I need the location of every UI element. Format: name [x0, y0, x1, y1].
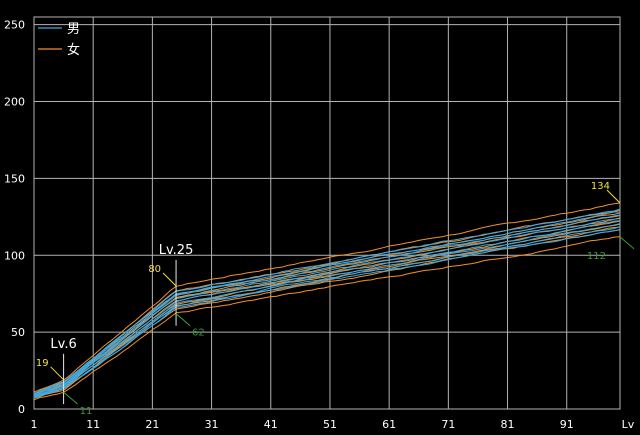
max-value-label: 80: [148, 264, 161, 275]
y-tick-label: 200: [4, 96, 25, 109]
x-axis-label: Lv: [622, 418, 635, 431]
x-tick-label: 31: [205, 418, 219, 431]
y-tick-label: 50: [11, 326, 25, 339]
y-tick-label: 100: [4, 249, 25, 262]
level-marker-label: Lv.6: [50, 337, 76, 352]
max-value-label: 134: [591, 181, 610, 192]
min-value-label: 11: [80, 406, 93, 417]
min-value-label: 62: [192, 328, 205, 339]
x-tick-label: 1: [31, 418, 38, 431]
growth-chart: Lv.61911Lv.258062134112 1 11 21 31 41 51 61 71 8…: [0, 0, 640, 435]
x-tick-label: 71: [441, 418, 455, 431]
x-tick-label: 91: [560, 418, 574, 431]
x-tick-label: 51: [323, 418, 337, 431]
level-marker-label: Lv.25: [159, 243, 194, 258]
x-tick-label: 21: [145, 418, 159, 431]
max-value-label: 19: [36, 358, 49, 369]
y-tick-label: 250: [4, 19, 25, 32]
y-tick-label: 0: [18, 403, 25, 416]
y-tick-label: 150: [4, 172, 25, 185]
x-tick-label: 11: [86, 418, 100, 431]
min-value-label: 112: [587, 251, 606, 262]
x-tick-label: 41: [264, 418, 278, 431]
legend-label-female: 女: [67, 42, 80, 58]
legend-label-male: 男: [67, 22, 80, 37]
x-tick-label: 81: [501, 418, 515, 431]
x-tick-label: 61: [382, 418, 396, 431]
